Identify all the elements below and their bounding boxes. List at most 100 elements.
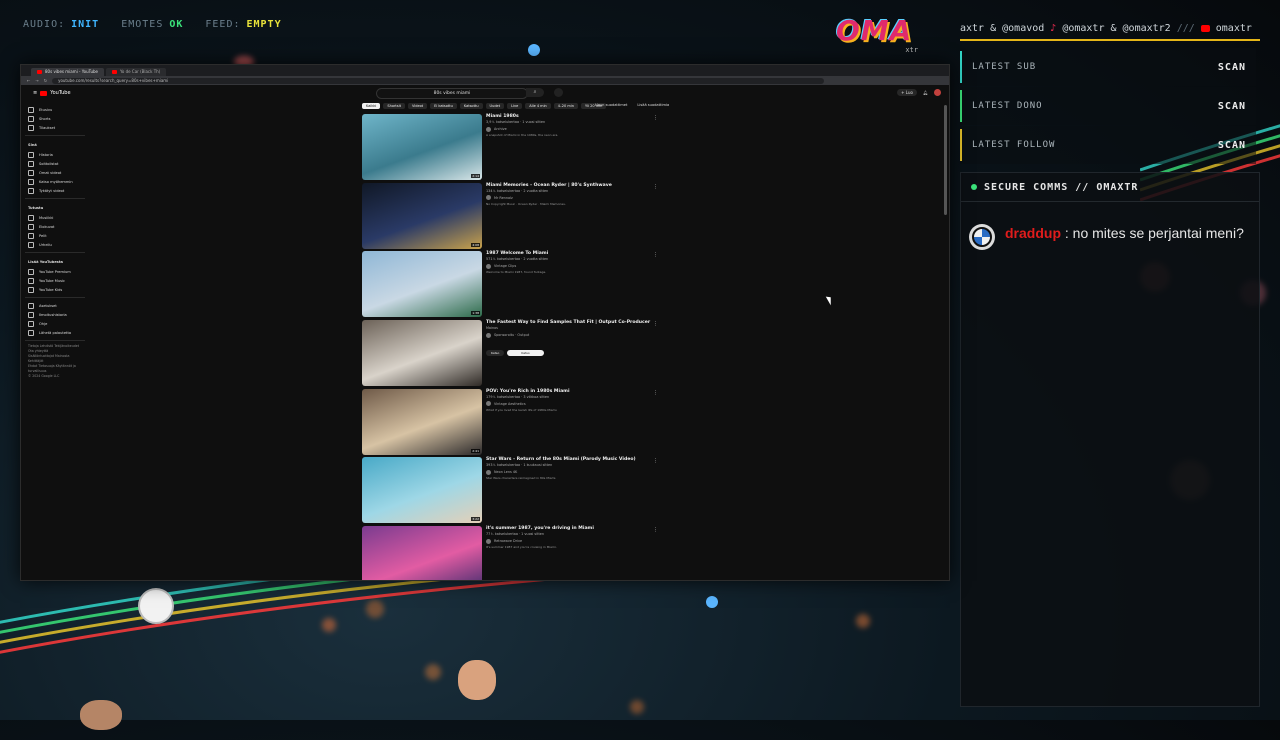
sidebar-item[interactable]: Omat videot [25, 168, 85, 177]
sidebar-item[interactable]: Ohje [25, 319, 85, 328]
sidebar-footer-link[interactable]: © 2024 Google LLC [25, 374, 85, 379]
sidebar-item[interactable]: Tykätyt videot [25, 186, 85, 195]
video-result[interactable]: 2:41 POV: You're Rich in 1980s Miami 179 t… [362, 388, 662, 456]
channel-row[interactable]: Vintage Clips [486, 262, 656, 270]
channel-row[interactable]: Neon Lens 4K [486, 468, 656, 476]
url-field[interactable]: youtube.com/results?search_query=80s+vib… [52, 77, 825, 84]
browser-tab[interactable]: Yo de Car (Black Th) [106, 68, 167, 76]
video-thumbnail[interactable]: 2:41 [362, 388, 482, 455]
sidebar-item-icon [28, 214, 34, 221]
sidebar-section-title[interactable]: Sinä [25, 141, 85, 150]
video-result[interactable]: 2:14 Miami 1980s 3,9 t. katselukertaa · 1 … [362, 114, 662, 181]
sidebar-item[interactable]: Elokuvat [25, 222, 85, 231]
notifications-icon[interactable]: 🔔︎ [923, 90, 928, 95]
filter-chip[interactable]: 4–20 min [553, 103, 578, 109]
divider [25, 340, 85, 341]
sidebar-footer-link[interactable]: Sisällöntuottajat Mainosta Kehittäjät [25, 354, 85, 364]
sidebar-item[interactable]: Ilmoitushistoria [25, 310, 85, 319]
video-thumbnail[interactable] [362, 320, 482, 387]
video-result[interactable]: 3:22 Star Wars - Return of the 80s Miami … [362, 457, 662, 524]
filter-chip[interactable]: Shortsit [383, 103, 405, 109]
filter-chip[interactable]: Alle 4 min [525, 103, 551, 109]
youtube-actions: + Luo 🔔︎ [897, 89, 941, 96]
latest-value: SCAN [1217, 100, 1246, 112]
more-options-icon[interactable]: ⋮ [653, 115, 658, 121]
search-button[interactable]: ⌕ [526, 88, 544, 97]
video-result[interactable]: 1:02:11it's summer 1987, you're driving … [362, 526, 662, 580]
sidebar-item[interactable]: YouTube Premium [25, 267, 85, 276]
sidebar-item-label: Shorts [39, 116, 51, 121]
bmw-logo-icon [969, 224, 995, 250]
video-description: A snapshot of Miami in the 1980s, the ne… [486, 133, 559, 137]
video-thumbnail[interactable]: 4:08 [362, 182, 482, 249]
sidebar-item[interactable]: Etusivu [25, 105, 85, 114]
sidebar-item[interactable]: Musiikki [25, 213, 85, 222]
chat-username[interactable]: draddup [1005, 225, 1061, 241]
more-options-icon[interactable]: ⋮ [653, 321, 658, 327]
sidebar-item[interactable]: Historia [25, 150, 85, 159]
sidebar-item[interactable]: Katso myöhemmin [25, 177, 85, 186]
sidebar-item[interactable]: Urheilu [25, 240, 85, 249]
filter-chip[interactable]: Uudet [485, 103, 505, 109]
sidebar-item[interactable]: YouTube Kids [25, 285, 85, 294]
more-options-icon[interactable]: ⋮ [653, 390, 658, 396]
sidebar-item[interactable]: Tilaukset [25, 123, 85, 132]
filter-chip[interactable]: Kaikki [362, 103, 381, 109]
bokeh-light [322, 618, 336, 632]
sidebar-item[interactable]: Pelit [25, 231, 85, 240]
sidebar-item[interactable]: Soittolistat [25, 159, 85, 168]
video-thumbnail[interactable]: 1:38 [362, 251, 482, 318]
sidebar-footer-link[interactable]: Tietoja Lehdistö Tekijänoikeudet Ota yht… [25, 344, 85, 354]
more-options-icon[interactable]: ⋮ [653, 252, 658, 258]
sidebar-item-label: YouTube Premium [39, 269, 71, 274]
channel-row[interactable]: Retrowave Drive [486, 537, 656, 545]
mic-icon[interactable] [554, 88, 563, 97]
browser-window: 80s vibes miami - YouTube Yo de Car (Bla… [20, 64, 950, 581]
scrollbar[interactable] [944, 105, 947, 215]
back-icon[interactable]: ← [27, 78, 30, 83]
filter-chips: Kaikki Shortsit Videot Ei katsottu Katsottu U… [362, 103, 607, 109]
video-thumbnail[interactable]: 2:14 [362, 114, 482, 180]
tab-title: 80s vibes miami - YouTube [45, 69, 98, 74]
channel-row[interactable]: Mr Rennalz [486, 194, 656, 202]
filter-chip[interactable]: Live [507, 103, 523, 109]
video-title[interactable]: The Fastest Way to Find Samples That Fit… [486, 320, 656, 326]
sidebar-footer-link[interactable]: Ehdot Tietosuoja Käytännöt ja turvallisu… [25, 364, 85, 374]
sidebar-item-icon [28, 151, 34, 158]
sidebar-item[interactable]: Lähetä palautetta [25, 328, 85, 337]
video-result[interactable]: The Fastest Way to Find Samples That Fit… [362, 320, 662, 387]
duration-badge: 1:38 [471, 311, 480, 316]
filter-chip[interactable]: Ei katsottu [430, 103, 457, 109]
video-result[interactable]: 1:38 1987 Welcome To Miami 571 t. katseluk… [362, 251, 662, 318]
more-options-icon[interactable]: ⋮ [653, 184, 658, 190]
address-bar: ← → ↻ youtube.com/results?search_query=8… [21, 76, 949, 85]
forward-icon[interactable]: → [35, 78, 38, 83]
more-filters-button[interactable]: Lisää suodattimia [637, 103, 669, 107]
latest-dono-row: LATEST DONO SCAN [960, 87, 1256, 125]
filter-chip[interactable]: Videot [407, 103, 428, 109]
video-thumbnail[interactable]: 1:02:11 [362, 526, 482, 580]
hud-key: EMOTES [121, 19, 164, 30]
more-options-icon[interactable]: ⋮ [653, 527, 658, 533]
more-options-icon[interactable]: ⋮ [653, 458, 658, 464]
search-filters-button[interactable]: Haun suodattimet [595, 103, 627, 107]
channel-row[interactable]: Sponsoroitu · Output [486, 331, 656, 339]
create-button[interactable]: + Luo [897, 89, 917, 96]
video-description: Welcome to Miami 1987, found footage. [486, 270, 547, 275]
channel-row[interactable]: Archive [486, 125, 656, 133]
sidebar-item[interactable]: Asetukset [25, 301, 85, 310]
reload-icon[interactable]: ↻ [44, 78, 47, 83]
ad-button[interactable]: Katso [486, 350, 505, 357]
sidebar-item[interactable]: YouTube Music [25, 276, 85, 285]
channel-row[interactable]: Vintage Aesthetics [486, 400, 656, 408]
youtube-logo[interactable]: ≡ YouTube [33, 90, 71, 96]
video-thumbnail[interactable]: 3:22 [362, 457, 482, 524]
ad-button[interactable]: Katso [507, 350, 544, 357]
filter-chip[interactable]: Katsottu [459, 103, 483, 109]
video-result[interactable]: 4:08 Miami Memories - Ocean Ryder | 80's … [362, 182, 662, 250]
avatar[interactable] [934, 89, 941, 96]
browser-tab[interactable]: 80s vibes miami - YouTube [31, 68, 104, 76]
search-input[interactable]: 80s vibes miami [376, 88, 528, 99]
menu-icon[interactable]: ≡ [33, 90, 37, 96]
sidebar-item[interactable]: Shorts [25, 114, 85, 123]
